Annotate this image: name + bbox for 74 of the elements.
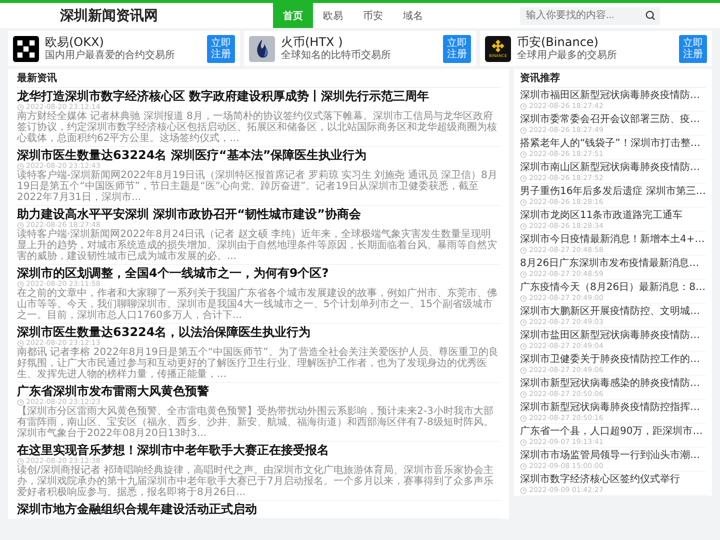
clock-icon: [520, 150, 527, 158]
recommended-link[interactable]: 深圳市新型冠状病毒感染的肺炎疫情防…: [520, 378, 706, 390]
clock-icon: [520, 462, 527, 470]
clock-icon: [520, 438, 527, 446]
clock-icon: [520, 342, 527, 350]
article-summary: 南方财经全媒体 记者林典驰 深圳报道 8月，一场简朴的协议签约仪式落下帷幕。深圳市工信局与龙华区政府签订协议，约定深圳市数字经济核心区包括启动区、拓展区和储备区，以北站国际商务区和龙华超级商圈为核心载体，总面积约62平方公里。这场签约仪式，...: [17, 111, 498, 144]
clock-icon: [520, 414, 527, 422]
recommended-link[interactable]: 深圳市市场监管局领导一行到汕头市潮…: [520, 450, 706, 462]
register-button[interactable]: 立即注册: [443, 34, 471, 62]
checker-logo-icon: [13, 36, 39, 62]
article-summary: 读创/深圳商报记者 祁琦唱响经典旋律，高唱时代之声。由深圳市文化广电旅游体育局、深圳市音乐家协会主办，深圳戏院承办的第十九届深圳市中老年歌手大赛已于7月启动报名。一个多月以来，赛事得到了众多声乐爱好者积极响应参与。据悉，报名即将于8月26日...: [17, 465, 495, 498]
search-icon[interactable]: [645, 10, 656, 21]
clock-icon: [17, 340, 24, 346]
clock-icon: [520, 102, 527, 110]
recommended-link[interactable]: 搭紧老年人的“钱袋子”！深圳市打击整…: [520, 138, 706, 150]
register-button[interactable]: 立即注册: [207, 34, 235, 62]
clock-icon: [17, 398, 24, 406]
nav-tab[interactable]: 欧易: [313, 3, 353, 28]
article-title[interactable]: 龙华打造深圳市数字经济核心区 数字政府建设积厚成势丨深圳先行示范三周年: [17, 90, 500, 103]
exchange-description: 全球知名的比特币交易所: [281, 50, 392, 62]
recommended-link[interactable]: 广东疫情今天（8月26日）最新消息：8…: [520, 282, 706, 294]
recommended-link[interactable]: 深圳市今日疫情最新消息！新增本土4+…: [520, 234, 706, 246]
clock-icon: [520, 198, 527, 206]
article-summary: 读特客户端-深圳新闻网2022年8月19日讯（深圳特区报首席记者 罗莉琼 实习生 刘施尧 通讯员 深卫信）8月19日是第五个“中国医师节”，节日主题是“医”心向党、踔厉奋进”。记者19日从深圳市卫健委获悉，截至2022年7月31日，深圳市...: [17, 170, 498, 203]
article-title[interactable]: 助力建设高水平平安深圳 深圳市政协召开“韧性城市建设”协商会: [17, 208, 500, 221]
section-title: 资讯推荐: [520, 72, 706, 88]
recommended-link[interactable]: 男子重伤16年后多发后遗症 深圳市第三…: [520, 186, 706, 198]
site-logo[interactable]: 深圳新闻资讯网: [60, 6, 273, 24]
clock-icon: [520, 318, 527, 326]
clock-icon: [520, 486, 527, 494]
nav-tab[interactable]: 币安: [353, 3, 393, 28]
recommended-link[interactable]: 深圳市大鹏新区开展疫情防控、文明城…: [520, 306, 706, 318]
exchange-description: 国内用户最喜爱的合约交易所: [45, 50, 176, 62]
article-summary: 【深圳市分区雷雨大风黄色预警、全市雷电黄色预警】受热带扰动外围云系影响，预计未来2-3小时我市大部有雷阵雨，南山区、宝安区（福永、西乡、沙井、新安、航城、福海街道）和西部海区伴有7-8级短时阵风。深圳市气象台于2022年08月20日13时3...: [17, 406, 494, 439]
clock-icon: [520, 174, 527, 182]
clock-icon: [520, 294, 527, 302]
article-summary: 南都讯 记者李榕 2022年8月19日是第五个“中国医师节”。为了营造全社会关注关爱医护人员、尊医重卫的良好氛围，让广大市民通过参与和互动更好的了解医疗卫生行业、理解医护工作者，也为了发现身边的优秀医生、发挥先进人物的榜样力量，传播正能量，...: [17, 347, 500, 380]
recommended-link[interactable]: 8月26日广东深圳市发布疫情最新消息…: [520, 258, 706, 270]
article-summary: 在之前的文章中，作者和大家聊了一系列关于我国广东省各个城市发展建设的故事，例如广州市、东莞市、佛山市等等。今天，我们聊聊深圳市。深圳市是我国4大一线城市之一、5个计划单列市之一、15个副省级城市之一。目前，深圳市总人口1760多万人，合计下...: [17, 288, 498, 321]
recommended-link[interactable]: 深圳市南山区新型冠状病毒肺炎疫情防…: [520, 162, 706, 174]
clock-icon: [520, 222, 527, 230]
clock-icon: [17, 222, 24, 228]
recommended-link[interactable]: 深圳市数字经济核心区签约仪式举行: [520, 474, 706, 486]
article-title[interactable]: 在这里实现音乐梦想！深圳市中老年歌手大赛正在接受报名: [17, 444, 500, 457]
recommended-link[interactable]: 广东省一个县，人口超90万，距深圳市…: [520, 426, 706, 438]
nav-tab[interactable]: 域名: [393, 3, 433, 28]
clock-icon: [520, 126, 527, 134]
clock-icon: [17, 280, 24, 288]
recommended-link[interactable]: 深圳市福田区新型冠状病毒肺炎疫情防…: [520, 90, 706, 102]
recommended-link[interactable]: 深圳市盐田区新型冠状病毒肺炎疫情防…: [520, 330, 706, 342]
article-title[interactable]: 广东省深圳市发布雷雨大风黄色预警: [17, 385, 500, 398]
register-button[interactable]: 立即注册: [679, 34, 707, 62]
recommended-link[interactable]: 深圳市新型冠状病毒肺炎疫情防控指挥…: [520, 402, 706, 414]
article-title[interactable]: 深圳市地方金融组织合规年建设活动正式启动: [17, 503, 500, 516]
exchange-name: 欧易(OKX): [45, 35, 105, 50]
exchange-name: 币安(Binance): [517, 35, 600, 50]
article-title[interactable]: 深圳市医生数量达63224名 深圳医疗“基本法”保障医生执业行为: [17, 149, 500, 162]
clock-icon: [17, 104, 24, 110]
clock-icon: [520, 246, 527, 254]
recommended-link[interactable]: 深圳市卫健委关于肺炎疫情防控工作的…: [520, 354, 706, 366]
article-title[interactable]: 深圳市医生数量达63224名，以法治保障医生执业行为: [17, 326, 500, 339]
article-summary: 读特客户端·深圳新闻网2022年8月24日讯（记者 赵文硕 李纯）近年来，全球极端气象灾害发生数量呈现明显上升的趋势，对城市系统造成的损失增加。深圳由于自然地理条件等原因，长期面临着台风、暴雨等自然灾害的威胁，建设韧性城市已成为城市发展的必。...: [17, 229, 498, 262]
recommended-link[interactable]: 深圳市龙岗区11条市政道路完工通车: [520, 210, 706, 222]
section-title: 最新资讯: [17, 72, 500, 88]
clock-icon: [520, 390, 527, 398]
recommended-link[interactable]: 深圳市委常委会召开会议部署三防、疫…: [520, 114, 706, 126]
flame-logo-icon: [249, 36, 275, 62]
article-title[interactable]: 深圳市的区划调整，全国4个一线城市之一，为何有9个区?: [17, 267, 500, 280]
clock-icon: [17, 458, 24, 464]
clock-icon: [520, 366, 527, 374]
exchange-description: 全球用户最多的交易所: [517, 50, 618, 62]
exchange-name: 火币(HTX ): [281, 35, 344, 50]
clock-icon: [17, 162, 24, 170]
clock-icon: [520, 270, 527, 278]
